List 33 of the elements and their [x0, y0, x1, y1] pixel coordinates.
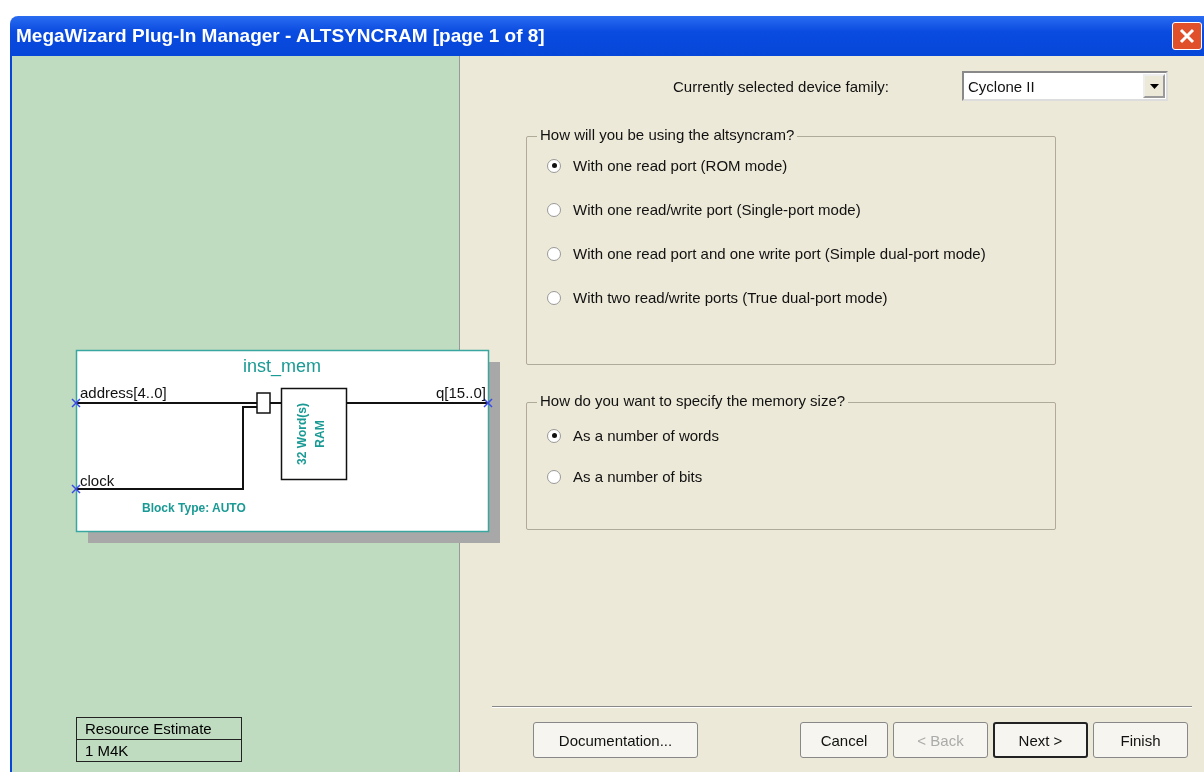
port-label: q[15..0]	[435, 384, 486, 401]
close-icon	[1178, 27, 1196, 45]
radio-button[interactable]	[547, 290, 561, 305]
device-family-label: Currently selected device family:	[673, 77, 890, 95]
option-label[interactable]: With one read/write port (Single-port mode)	[573, 201, 861, 218]
radio-button[interactable]	[547, 428, 561, 443]
table-header: Resource Estimate	[77, 718, 241, 740]
window-title: MegaWizard Plug-In Manager - ALTSYNCRAM [page 1 of 8]	[16, 25, 546, 47]
block-type-label: Block Type: AUTO	[142, 501, 246, 515]
instance-name: inst_mem	[243, 356, 321, 376]
radio-button[interactable]	[547, 246, 561, 261]
dialog-button[interactable]: Next >	[993, 722, 1088, 758]
caret-icon	[1149, 83, 1159, 89]
group-title: How do you want to specify the memory size?	[537, 392, 849, 409]
radio-button[interactable]	[547, 202, 561, 217]
dialog-button[interactable]: Finish	[1093, 722, 1188, 758]
group-title: How will you be using the altsyncram?	[537, 126, 798, 143]
option-label[interactable]: With one read port and one write port (Simple dual-port mode)	[573, 245, 986, 262]
option-label[interactable]: With one read port (ROM mode)	[573, 157, 788, 174]
radio-button[interactable]	[547, 469, 561, 484]
port-label: clock	[80, 472, 115, 489]
radio-button[interactable]	[547, 158, 561, 173]
close-button[interactable]	[1172, 22, 1202, 50]
option-label[interactable]: With two read/write ports (True dual-port mode)	[573, 289, 888, 306]
dialog-button[interactable]: Cancel	[800, 722, 888, 758]
memory-label: 32 Word(s)	[295, 403, 309, 465]
port-label: address[4..0]	[80, 384, 167, 401]
table-cell-text: 1 M4K	[84, 741, 130, 761]
option-label[interactable]: As a number of words	[573, 427, 719, 444]
device-family-dropdown[interactable]: Cyclone II	[962, 71, 1168, 101]
dialog-button[interactable]: Documentation...	[533, 722, 698, 758]
memory-label: RAM	[313, 420, 327, 448]
option-label[interactable]: As a number of bits	[573, 468, 703, 485]
